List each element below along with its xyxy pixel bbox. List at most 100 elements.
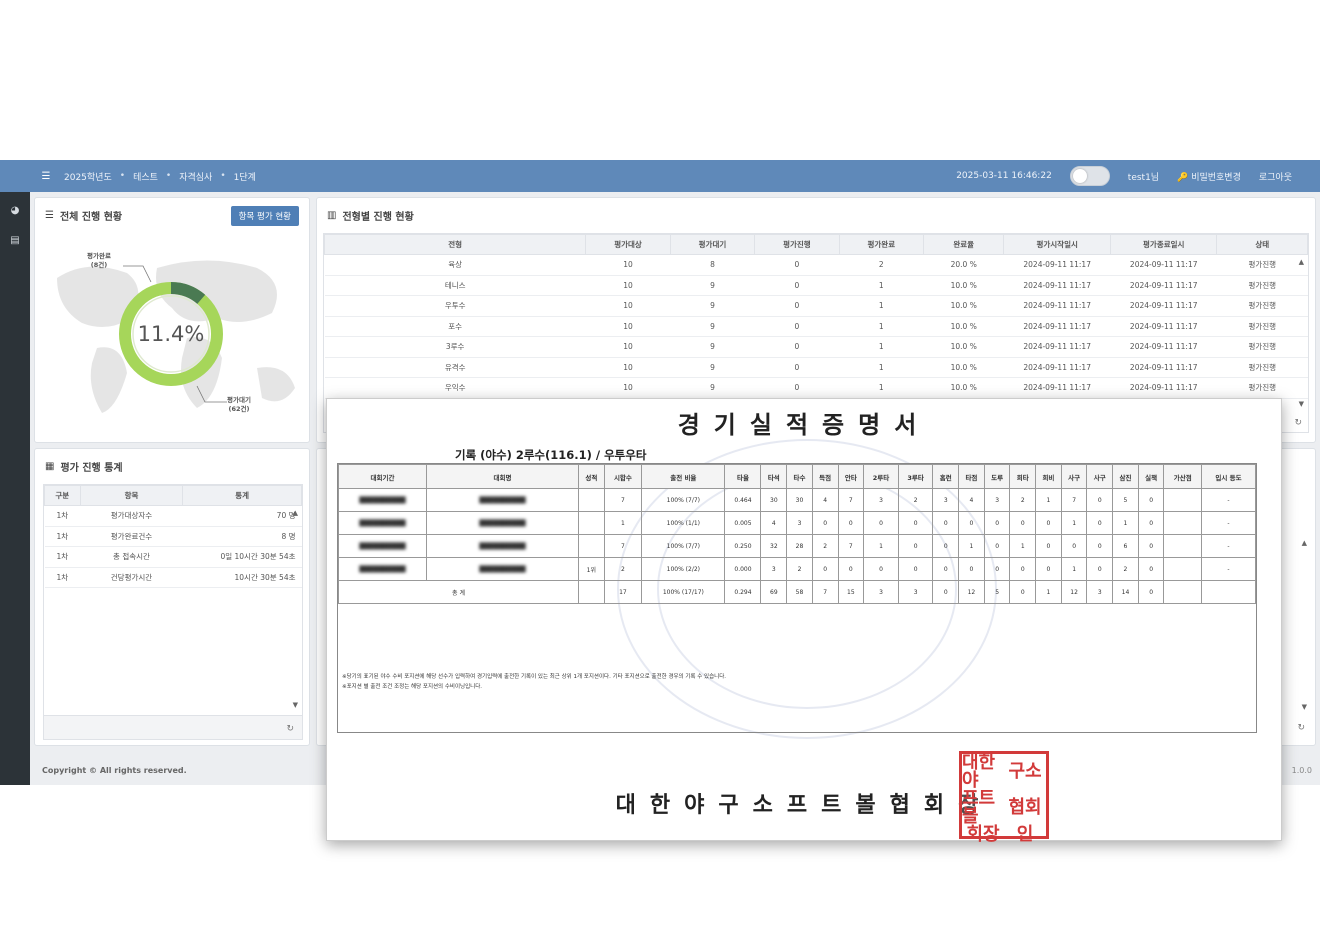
theme-toggle[interactable] [1069,166,1110,186]
record-cell [578,488,605,512]
table-cell: 2024-09-11 11:17 [1003,295,1111,317]
table-cell: 1차 [44,546,81,568]
logout-link[interactable]: 로그아웃 [1259,170,1292,183]
table-cell: 평가진행 [1216,336,1308,358]
scroll-down-icon[interactable]: ▼ [293,701,298,709]
record-row: ██████████ ██████████ 7 100% (7/7) 0.250 32 28… [338,534,1256,558]
change-password-link[interactable]: 🔑 비밀번호변경 [1177,170,1241,183]
menu-icon[interactable]: ☰ [32,171,60,182]
overall-progress-header: ☰ 전체 진행 현황 [45,208,122,223]
record-cell: 0 [897,511,934,535]
record-total-cell [578,580,605,604]
table-cell: 0 [754,275,840,296]
table-cell: 9 [670,357,755,378]
record-column-header: 도루 [983,464,1011,489]
record-cell [1163,534,1202,558]
record-column-header: 3루타 [897,464,934,489]
screenshot-stage: ☰ 2025학년도 • 테스트 • 자격심사 • 1단계 2025-03-11 … [0,0,1320,945]
table-cell: 건당평가시간 [80,567,183,588]
record-total-cell: 총 계 [338,580,579,604]
progress-table-body: 육상 10 8 0 2 20.0 % 2024-09-11 11:17 2024-09-11 … [324,254,1308,399]
scroll-up-icon[interactable]: ▲ [293,509,298,517]
table-row: 우투수 10 9 0 1 10.0 % 2024-09-11 11:17 2024-09-11… [324,295,1308,317]
record-cell: 32 [760,534,788,558]
table-cell: 2024-09-11 11:17 [1110,295,1217,317]
breadcrumb-separator: • [165,171,172,181]
table-cell: 2024-09-11 11:17 [1110,336,1217,358]
completed-label-count: (8건) [90,261,108,269]
table-cell: 1 [839,275,924,296]
table-row: 1차 총 접속시간 0일 10시간 30분 54초 [44,546,302,568]
record-total-cell: 1 [1035,580,1062,604]
refresh-icon[interactable]: ↻ [1297,723,1305,733]
record-column-header: 타율 [724,464,762,489]
record-header-row: 대회기간 대회명 성적 시합수 출전 비율 타율 타석 타수 득점 안타 2루타 3루타 홈런 타점 도루 희… [338,464,1256,489]
top-bar: ☰ 2025학년도 • 테스트 • 자격심사 • 1단계 2025-03-11 … [0,160,1320,192]
table-cell: 1차 [44,526,81,547]
document-icon[interactable]: ▤ [0,228,30,252]
completed-label: 평가완료 (8건) [87,252,111,270]
record-sheet: 대회기간 대회명 성적 시합수 출전 비율 타율 타석 타수 득점 안타 2루타 3루타 홈런 타점 도루 희… [337,463,1257,733]
overall-progress-title: 전체 진행 현황 [59,212,123,223]
table-cell: 평가진행 [1216,275,1308,296]
record-cell: 2 [603,557,643,581]
record-row: ██████████ ██████████ 7 100% (7/7) 0.464 30 30… [338,488,1256,512]
table-cell: 10.0 % [923,357,1004,378]
redacted-cell: ██████████ [338,557,427,581]
record-cell: 0 [897,534,934,558]
record-total-cell: 0 [932,580,960,604]
seal-char: 프트볼 [962,788,996,827]
bar-chart-icon: ▥ [327,210,337,221]
refresh-icon[interactable]: ↻ [286,724,294,734]
copyright-text: Copyright © All rights reserved. [42,766,187,775]
item-evaluation-status-button[interactable]: 항목 평가 현황 [230,206,299,226]
record-cell: 0 [1035,511,1062,535]
breadcrumb-stage[interactable]: 1단계 [234,170,256,183]
stats-column-header: 항목 [79,485,184,506]
table-row: 1차 평가대상자수 70 명 [44,505,302,527]
record-cell: 0 [1035,534,1062,558]
table-cell: 1 [839,316,924,337]
table-cell: 8 명 [182,526,302,547]
record-cell: 0 [837,511,865,535]
scroll-up-icon[interactable]: ▲ [1299,258,1304,266]
record-cell: - [1201,534,1256,558]
dashboard-icon[interactable]: ◕ [0,198,30,222]
record-table-body: ██████████ ██████████ 7 100% (7/7) 0.464 30 30… [338,488,1256,604]
record-cell: 0 [897,557,934,581]
record-notes: ※당기의 표기된 야수 수비 포지션에 해당 선수가 입력하여 경기입력에 출전… [342,672,726,692]
scroll-up-icon[interactable]: ▲ [1302,539,1307,547]
record-note: ※당기의 표기된 야수 수비 포지션에 해당 선수가 입력하여 경기입력에 출전… [342,674,727,680]
redacted-cell: ██████████ [426,534,579,558]
table-icon: ▦ [45,461,55,472]
record-cell: 100% (7/7) [641,534,726,558]
record-cell: 4 [760,511,788,535]
table-cell: 1 [839,336,924,358]
waiting-label-count: (62건) [228,405,250,413]
completed-leader-line [123,265,152,283]
record-cell: 0 [983,557,1011,581]
record-cell [1163,488,1202,512]
progress-table: 전형 평가대상 평가대기 평가진행 평가완료 완료율 평가시작일시 평가종료일시 상태 육상 10… [324,234,1308,399]
record-cell: 30 [760,488,788,512]
table-cell: 총 접속시간 [80,546,183,568]
seal-char: 대한야 [962,752,996,791]
record-total-cell: 7 [811,580,839,604]
breadcrumb-test[interactable]: 테스트 [133,170,158,183]
record-total-cell [1163,580,1202,604]
record-total-cell: 3 [897,580,934,604]
record-cell: 1 [1060,557,1088,581]
record-cell: 2 [897,488,934,512]
record-cell: 0 [1009,557,1037,581]
scroll-down-icon[interactable]: ▼ [1299,400,1304,408]
waiting-label: 평가대기 (62건) [227,396,251,414]
table-cell: 우투수 [324,295,586,317]
refresh-icon[interactable]: ↻ [1294,418,1302,428]
record-total-cell: 58 [786,580,813,604]
record-column-header: 성적 [578,464,605,489]
scroll-down-icon[interactable]: ▼ [1302,703,1307,711]
record-cell: 0 [1137,511,1165,535]
breadcrumb-year[interactable]: 2025학년도 [64,170,112,183]
breadcrumb-review[interactable]: 자격심사 [179,170,212,183]
table-cell: 8 [670,254,755,276]
